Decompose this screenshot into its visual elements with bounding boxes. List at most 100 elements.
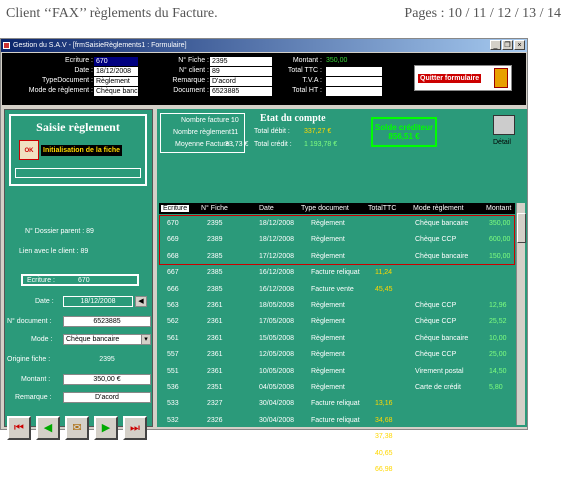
close-button[interactable]: × [514, 40, 525, 50]
prev-record-icon[interactable]: ◀ [36, 416, 60, 440]
init-button[interactable]: Initialisation de la fiche [41, 145, 123, 156]
table-row[interactable]: 563 2361 18/05/2008 Règlement Chèque CCP 12,9… [159, 298, 515, 315]
table-cell: Règlement [311, 367, 345, 375]
table-cell: 18/05/2008 [259, 302, 295, 309]
calendar-icon[interactable]: ◀ [135, 296, 147, 307]
col-typedoc[interactable]: Type document [301, 205, 349, 212]
table-cell: 530 [167, 449, 179, 457]
remarque-label: Remarque : [172, 77, 209, 84]
ttc-value [326, 67, 382, 76]
table-row[interactable]: 533 2327 30/04/2008 Facture reliquat 13,16 [159, 396, 515, 413]
table-cell: 17/05/2008 [259, 318, 295, 326]
scrollbar[interactable] [516, 203, 526, 425]
table-row[interactable]: 531 2326 30/04/2008 Facture vente 37,38 [159, 429, 515, 446]
mail-icon[interactable]: ✉ [65, 416, 89, 440]
debit-label: Total débit : [254, 128, 290, 135]
first-record-icon[interactable]: ⏮ [7, 416, 31, 440]
table-cell: Facture reliquat [311, 400, 360, 408]
tva-value [326, 77, 382, 86]
nclient-value[interactable]: 89 [210, 67, 272, 76]
table-cell: 2326 [207, 416, 223, 424]
table-row[interactable]: 532 2326 30/04/2008 Facture reliquat 34,68 [159, 413, 515, 430]
table-row[interactable]: 561 2361 15/05/2008 Règlement Chèque bancair… [159, 331, 515, 348]
nfiche-value[interactable]: 2395 [210, 57, 272, 66]
table-cell: 2361 [207, 367, 223, 375]
document-field[interactable]: 6523885 [63, 316, 151, 327]
printer-icon[interactable] [493, 115, 515, 135]
table-cell: Chèque CCP [415, 318, 457, 326]
date-label: Date : [35, 298, 54, 305]
table-cell: 2351 [207, 384, 223, 391]
balance-label: Solde créditeur [374, 123, 434, 132]
col-ecriture[interactable]: Ecriture [161, 205, 190, 212]
ok-icon[interactable]: OK [19, 140, 39, 160]
table-cell: 66,98 [375, 466, 393, 473]
table-row[interactable]: 551 2361 10/05/2008 Règlement Virement posta… [159, 364, 515, 381]
table-cell: 34,68 [375, 416, 393, 424]
table-cell: 29/04/2008 [259, 466, 295, 473]
detail-label[interactable]: Détail [493, 139, 511, 146]
col-mode[interactable]: Mode règlement [413, 205, 464, 212]
typedoc-value[interactable]: Règlement [94, 77, 138, 86]
remarque-field[interactable]: D'acord [63, 392, 151, 403]
table-cell: Facture reliquat [311, 416, 360, 424]
quit-form-button[interactable]: Quitter formulaire [414, 65, 512, 91]
ht-label: Total HT : [292, 87, 322, 94]
montant-field[interactable]: 350,00 € [63, 374, 151, 385]
chevron-down-icon[interactable]: ▾ [141, 334, 151, 345]
table-cell: 2325 [207, 449, 223, 457]
table-row[interactable]: 666 2385 16/12/2008 Facture vente 45,45 [159, 282, 515, 299]
table-cell: Facture vente [311, 285, 354, 293]
ecriture-value[interactable]: 670 [94, 57, 138, 66]
mode-value[interactable]: Chèque bancaire [94, 87, 138, 96]
nbregl-label: Nombre règlement : [173, 129, 235, 136]
table-cell: Règlement [311, 351, 345, 359]
table-row[interactable]: 536 2351 04/05/2008 Règlement Carte de crédi… [159, 380, 515, 397]
table-row[interactable]: 667 2385 16/12/2008 Facture reliquat 11,24 [159, 265, 515, 282]
ttc-label: Total TTC : [287, 67, 322, 74]
table-cell: 30/04/2008 [259, 449, 295, 457]
ecriture-value: 670 [78, 277, 90, 284]
etat-title: Etat du compte [260, 113, 326, 124]
tva-label: T.V.A : [302, 77, 322, 84]
table-cell: 551 [167, 367, 179, 375]
debit-value: 337,27 € [304, 128, 332, 135]
restore-button[interactable]: ❐ [502, 40, 513, 50]
app-icon [3, 42, 10, 49]
table-cell: Facture reliquat [311, 466, 360, 473]
table-cell: 2319 [207, 466, 223, 473]
table-cell: Règlement [311, 334, 345, 342]
col-nfiche[interactable]: N° Fiche [201, 205, 228, 212]
col-totalttc[interactable]: TotalTTC [368, 205, 396, 212]
document-value[interactable]: 6523885 [210, 87, 272, 96]
window-title: Gestion du S.A.V - [frmSaisieRèglements1… [13, 42, 187, 49]
date-field[interactable]: 18/12/2008 [63, 296, 133, 307]
remarque-value[interactable]: D'acord [210, 77, 272, 86]
last-record-icon[interactable]: ⏭ [123, 416, 147, 440]
table-cell: Facture vente [311, 449, 354, 457]
ht-value [326, 87, 382, 96]
minimize-button[interactable]: _ [490, 40, 501, 50]
col-date[interactable]: Date [259, 205, 274, 212]
table-row[interactable]: 557 2361 12/05/2008 Règlement Chèque CCP 25,0… [159, 347, 515, 364]
table-cell: 2361 [207, 334, 223, 342]
table-row[interactable]: 528 2319 29/04/2008 Facture reliquat 66,98 [159, 462, 515, 479]
remarque-label: Remarque : [15, 394, 52, 401]
montant-label: Montant : [292, 57, 322, 64]
table-row[interactable]: 530 2325 30/04/2008 Facture vente 40,65 [159, 446, 515, 463]
table-cell: 40,65 [375, 449, 393, 457]
table-cell: 25,00 [489, 351, 507, 359]
table-cell: 04/05/2008 [259, 384, 295, 391]
next-record-icon[interactable]: ▶ [94, 416, 118, 440]
col-montant[interactable]: Montant [486, 205, 511, 212]
table-cell: Règlement [311, 384, 345, 391]
scroll-thumb[interactable] [517, 213, 526, 243]
table-cell: 528 [167, 466, 179, 473]
typedoc-label: TypeDocument : [42, 77, 93, 84]
doc-label: N° document : [7, 318, 52, 325]
table-cell: 533 [167, 400, 179, 408]
date-value[interactable]: 18/12/2008 [94, 67, 138, 76]
table-row[interactable]: 562 2361 17/05/2008 Règlement Chèque CCP 25,5… [159, 314, 515, 331]
table-cell: Virement postal [415, 367, 464, 375]
mode-select[interactable]: Chèque bancaire [63, 334, 143, 345]
